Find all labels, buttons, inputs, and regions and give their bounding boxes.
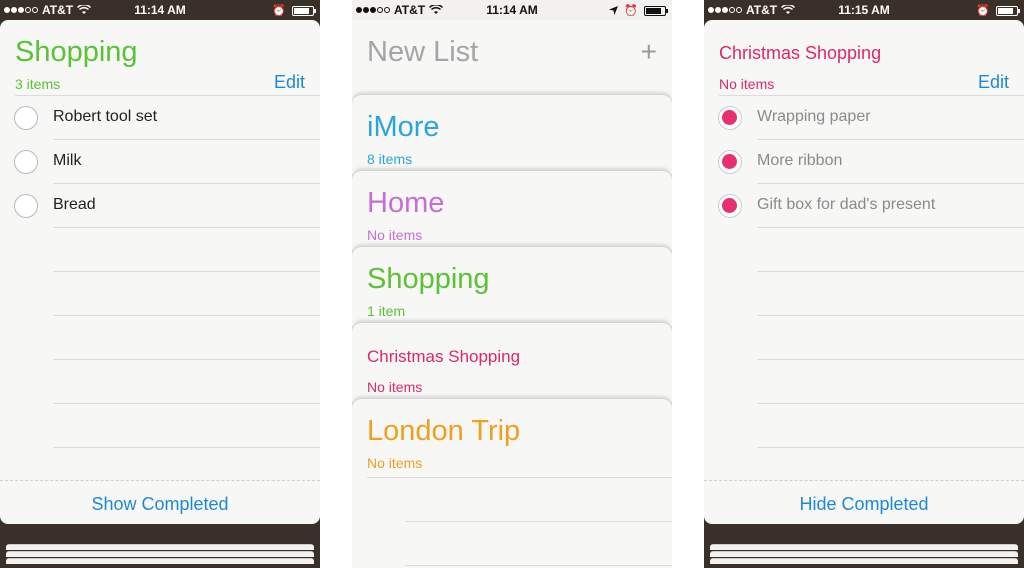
checkbox-circle-icon[interactable] <box>14 106 38 130</box>
reminder-row[interactable]: More ribbon <box>704 140 1024 184</box>
edit-button[interactable]: Edit <box>978 72 1009 93</box>
list-count: No items <box>367 455 423 471</box>
alarm-icon: ⏰ <box>624 5 638 17</box>
stacked-list[interactable] <box>710 558 1018 564</box>
checkbox-circle-icon[interactable] <box>14 194 38 218</box>
reminder-text[interactable]: Milk <box>53 152 81 170</box>
list-title: Christmas Shopping <box>719 43 882 63</box>
list-card-shopping[interactable]: Shopping 1 item <box>352 246 672 326</box>
list-count: 8 items <box>367 151 413 167</box>
checked-circle-icon[interactable] <box>718 194 742 218</box>
list-count: No items <box>367 379 423 395</box>
list-title[interactable]: Christmas Shopping <box>367 347 520 367</box>
phone-screen-lists: AT&T 11:14 AM ⏰ New List + iMore 8 items… <box>352 0 672 568</box>
list-title[interactable]: Shopping <box>367 263 490 296</box>
reminder-text[interactable]: Wrapping paper <box>757 108 871 126</box>
reminder-row[interactable]: Robert tool set <box>0 96 320 140</box>
list-card: Shopping 3 items Edit Robert tool set Mi… <box>0 20 320 524</box>
list-card-london-trip[interactable]: London Trip No items <box>352 398 672 568</box>
checkbox-circle-icon[interactable] <box>14 150 38 174</box>
checked-circle-icon[interactable] <box>718 150 742 174</box>
reminder-text[interactable]: Bread <box>53 196 96 214</box>
list-title[interactable]: iMore <box>367 111 440 144</box>
alarm-icon: ⏰ <box>272 5 286 17</box>
list-title[interactable]: Home <box>367 187 444 220</box>
list-count: 1 item <box>367 303 406 319</box>
battery-icon <box>292 5 316 16</box>
stacked-list[interactable] <box>6 558 314 564</box>
stacked-list[interactable] <box>710 551 1018 557</box>
item-count: 3 items <box>15 76 61 92</box>
status-bar: AT&T 11:14 AM ⏰ <box>352 0 672 20</box>
reminder-row[interactable]: Bread <box>0 184 320 228</box>
phone-screen-shopping: AT&T 11:14 AM ⏰ Shopping 3 items Edit Ro… <box>0 0 320 568</box>
reminder-row[interactable]: Wrapping paper <box>704 96 1024 140</box>
reminder-text[interactable]: More ribbon <box>757 152 842 170</box>
reminder-text[interactable]: Gift box for dad's present <box>757 196 935 214</box>
edit-button[interactable]: Edit <box>274 72 305 93</box>
checked-circle-icon[interactable] <box>718 106 742 130</box>
reminder-row[interactable]: Gift box for dad's present <box>704 184 1024 228</box>
item-count: No items <box>719 76 775 92</box>
list-card: Christmas Shopping No items Edit Wrappin… <box>704 20 1024 524</box>
status-bar: AT&T 11:15 AM ⏰ <box>704 0 1024 20</box>
battery-icon <box>996 5 1020 16</box>
list-title: Shopping <box>15 36 138 68</box>
list-card-christmas-shopping[interactable]: Christmas Shopping No items <box>352 322 672 402</box>
new-list-header: New List + <box>352 20 672 100</box>
list-card-imore[interactable]: iMore 8 items <box>352 94 672 174</box>
reminder-text[interactable]: Robert tool set <box>53 108 157 126</box>
list-card-home[interactable]: Home No items <box>352 170 672 250</box>
battery-icon <box>644 5 668 16</box>
location-arrow-icon <box>609 6 619 15</box>
new-list-button[interactable]: New List <box>367 36 478 69</box>
stacked-list[interactable] <box>6 551 314 557</box>
phone-screen-christmas-shopping: AT&T 11:15 AM ⏰ Christmas Shopping No it… <box>704 0 1024 568</box>
add-list-icon[interactable]: + <box>641 36 657 68</box>
hide-completed-button[interactable]: Hide Completed <box>704 494 1024 515</box>
status-bar: AT&T 11:14 AM ⏰ <box>0 0 320 20</box>
stacked-list[interactable] <box>710 544 1018 550</box>
stacked-list[interactable] <box>6 544 314 550</box>
show-completed-button[interactable]: Show Completed <box>0 494 320 515</box>
list-count: No items <box>367 227 423 243</box>
alarm-icon: ⏰ <box>976 5 990 17</box>
reminder-row[interactable]: Milk <box>0 140 320 184</box>
list-title[interactable]: London Trip <box>367 415 520 448</box>
